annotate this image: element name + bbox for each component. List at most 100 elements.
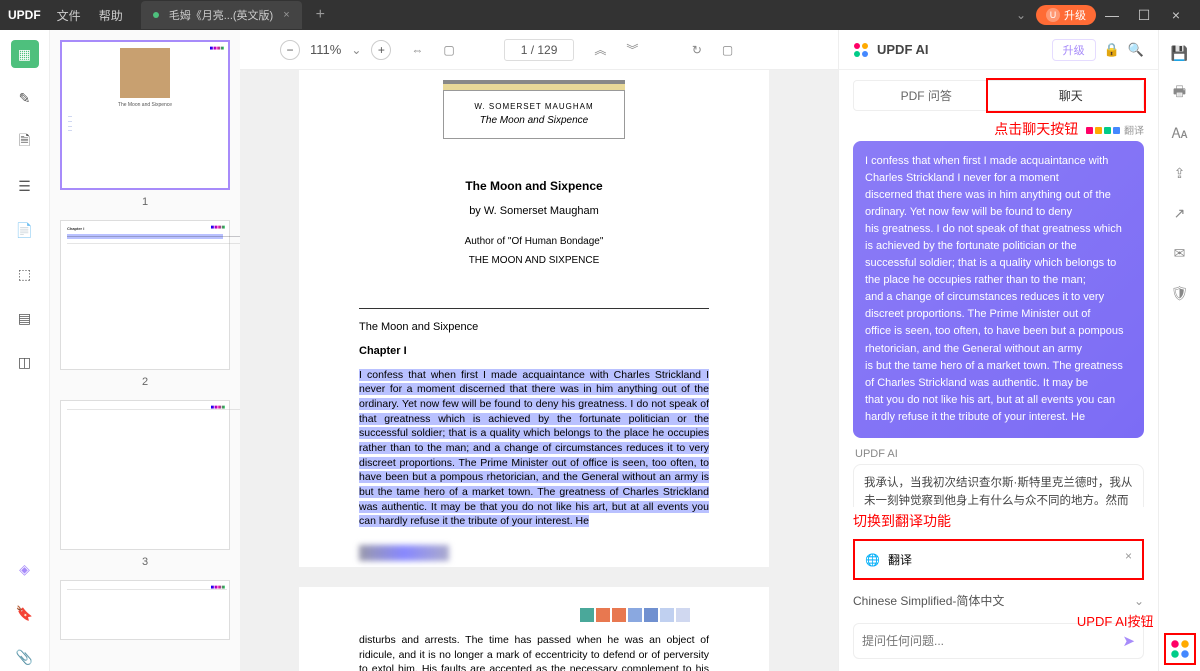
thumbnail-panel: ■■■■ The Moon and Sixpence ———— 1 ■■■■ C… xyxy=(50,30,240,671)
menu-help[interactable]: 帮助 xyxy=(99,7,123,24)
doc-heading: The Moon and Sixpence xyxy=(359,319,709,336)
export-icon[interactable]: ⇪ xyxy=(1169,162,1191,184)
doc-author-of: Author of "Of Human Bondage" xyxy=(359,234,709,249)
doc-chapter: Chapter I xyxy=(359,343,709,360)
tab-status-dot xyxy=(153,12,159,18)
document-view[interactable]: W. SOMERSET MAUGHAM The Moon and Sixpenc… xyxy=(240,70,838,671)
redact-tool[interactable]: ◫ xyxy=(11,348,39,376)
fit-page-icon[interactable]: ▢ xyxy=(443,43,454,57)
thumb-pagenum-2: 2 xyxy=(60,376,230,388)
app-logo: UPDF xyxy=(8,8,41,22)
maximize-button[interactable]: ☐ xyxy=(1128,7,1160,24)
updf-ai-button-icon[interactable] xyxy=(1170,639,1190,659)
ai-message-area[interactable]: I confess that when first I made acquain… xyxy=(839,141,1158,507)
user-message: I confess that when first I made acquain… xyxy=(853,141,1144,438)
page-down-icon[interactable]: ︾ xyxy=(626,41,638,58)
main-area: − 111% ⌄ + ⇔ ▢ 1 / 129 ︽ ︾ ↻ ▢ W. SOMERS… xyxy=(240,30,838,671)
document-tab[interactable]: 毛姆《月亮...(英文版) × xyxy=(141,1,302,29)
thumb-pagenum-3: 3 xyxy=(60,556,230,568)
ai-button-highlight-box: UPDF AI按钮 xyxy=(1164,633,1196,665)
share-icon[interactable]: ↗ xyxy=(1169,202,1191,224)
ai-panel: UPDF AI 升级 🔒 🔍 PDF 问答 聊天 点击聊天按钮 翻译 I con… xyxy=(838,30,1158,671)
ai-header: UPDF AI 升级 🔒 🔍 xyxy=(839,30,1158,70)
pixelated-block xyxy=(579,607,709,627)
titlebar: UPDF 文件 帮助 毛姆《月亮...(英文版) × + ⌄ U 升级 — ☐ … xyxy=(0,0,1200,30)
protect-icon[interactable]: 🛡 xyxy=(1169,282,1191,304)
pdf-page: W. SOMERSET MAUGHAM The Moon and Sixpenc… xyxy=(299,70,769,671)
thumbnails-tool[interactable]: ▦ xyxy=(11,40,39,68)
ai-message: 我承认，当我初次结识查尔斯·斯特里克兰德时，我从未一刻钟觉察到他身上有什么与众不… xyxy=(853,464,1144,507)
present-icon[interactable]: ▢ xyxy=(722,43,733,57)
text-tool[interactable]: ☰ xyxy=(11,172,39,200)
document-toolbar: − 111% ⌄ + ⇔ ▢ 1 / 129 ︽ ︾ ↻ ▢ xyxy=(240,30,838,70)
doc-title: The Moon and Sixpence xyxy=(359,177,709,195)
highlighted-text: I confess that when first I made acquain… xyxy=(359,369,709,528)
tab-chat[interactable]: 聊天 xyxy=(999,81,1144,110)
left-sidebar: ▦ ✎ 🗎 ☰ 📄 ⬚ ▤ ◫ ◈ 🔖 📎 xyxy=(0,30,50,671)
zoom-in-button[interactable]: + xyxy=(371,40,391,60)
zoom-out-button[interactable]: − xyxy=(280,40,300,60)
form-tool[interactable]: 📄 xyxy=(11,216,39,244)
send-button[interactable]: ➤ xyxy=(1122,632,1135,650)
page-number-input[interactable]: 1 / 129 xyxy=(504,39,575,61)
right-sidebar: 💾 🖶 🗛 ⇪ ↗ ✉ 🛡 UPDF AI按钮 xyxy=(1158,30,1200,671)
organize-tool[interactable]: ▤ xyxy=(11,304,39,332)
thumbnail-page-4[interactable]: ■■■■ ———————————————————————————————————… xyxy=(60,580,230,640)
updf-ai-logo-icon xyxy=(853,42,869,58)
zoom-level: 111% xyxy=(310,42,341,57)
minimize-button[interactable]: — xyxy=(1096,7,1128,23)
tab-title: 毛姆《月亮...(英文版) xyxy=(169,7,274,23)
language-selector[interactable]: Chinese Simplified-简体中文 ⌄ xyxy=(853,592,1144,609)
upgrade-button[interactable]: U 升级 xyxy=(1036,5,1096,25)
fit-width-icon[interactable]: ⇔ xyxy=(411,43,423,57)
rotate-icon[interactable]: ↻ xyxy=(692,43,702,57)
doc-caps: THE MOON AND SIXPENCE xyxy=(359,253,709,268)
close-translate-icon[interactable]: × xyxy=(1125,549,1132,563)
save-icon[interactable]: 💾 xyxy=(1169,42,1191,64)
attachment-tool[interactable]: 📎 xyxy=(11,643,39,671)
zoom-controls: − 111% ⌄ + xyxy=(280,40,391,60)
menu-file[interactable]: 文件 xyxy=(57,7,81,24)
ai-name-label: UPDF AI xyxy=(855,448,1142,460)
annotation-switch-translate: 切换到翻译功能 xyxy=(839,507,1158,535)
tab-pdf-qa[interactable]: PDF 问答 xyxy=(854,81,999,110)
annotate-tool[interactable]: ✎ xyxy=(11,84,39,112)
zoom-dropdown-icon[interactable]: ⌄ xyxy=(351,43,361,57)
layers-tool[interactable]: ◈ xyxy=(11,555,39,583)
dropdown-icon[interactable]: ⌄ xyxy=(1016,8,1026,22)
thumbnail-page-1[interactable]: ■■■■ The Moon and Sixpence ———— xyxy=(60,40,230,190)
ocr-icon[interactable]: 🗛 xyxy=(1169,122,1191,144)
annotation-ai-button: UPDF AI按钮 xyxy=(1077,611,1154,630)
chevron-down-icon: ⌄ xyxy=(1134,594,1144,608)
doc-paragraph-1[interactable]: I confess that when first I made acquain… xyxy=(359,368,709,530)
print-icon[interactable]: 🖶 xyxy=(1169,82,1191,104)
doc-paragraph-2[interactable]: disturbs and arrests. The time has passe… xyxy=(359,633,709,671)
language-label: Chinese Simplified-简体中文 xyxy=(853,592,1004,609)
app-body: ▦ ✎ 🗎 ☰ 📄 ⬚ ▤ ◫ ◈ 🔖 📎 ■■■■ The Moon and … xyxy=(0,30,1200,671)
translate-mode-row[interactable]: 🌐 翻译 × xyxy=(853,539,1144,580)
translate-icon: 🌐 xyxy=(865,553,880,567)
doc-byline: by W. Somerset Maugham xyxy=(359,203,709,220)
thumb-pagenum-1: 1 xyxy=(60,196,230,208)
close-tab-icon[interactable]: × xyxy=(283,9,289,21)
thumbnail-page-3[interactable]: ■■■■ ———————————————————————————————————… xyxy=(60,400,230,550)
ai-upgrade-button[interactable]: 升级 xyxy=(1052,39,1096,61)
book-cover: W. SOMERSET MAUGHAM The Moon and Sixpenc… xyxy=(443,90,624,139)
lock-icon[interactable]: 🔒 xyxy=(1104,42,1120,58)
add-tab-button[interactable]: + xyxy=(316,6,325,24)
annotation-click-chat: 点击聊天按钮 翻译 xyxy=(839,117,1158,141)
page-tool[interactable]: 🗎 xyxy=(11,128,39,156)
translate-label: 翻译 xyxy=(888,551,912,568)
ai-panel-title: UPDF AI xyxy=(877,42,1044,57)
redacted-block xyxy=(359,545,449,561)
close-window-button[interactable]: × xyxy=(1160,7,1192,23)
upgrade-badge-icon: U xyxy=(1046,8,1060,22)
ai-prompt-input[interactable] xyxy=(862,634,1122,648)
page-up-icon[interactable]: ︽ xyxy=(594,41,606,58)
bookmark-tool[interactable]: 🔖 xyxy=(11,599,39,627)
crop-tool[interactable]: ⬚ xyxy=(11,260,39,288)
email-icon[interactable]: ✉ xyxy=(1169,242,1191,264)
ai-tabs: PDF 问答 聊天 xyxy=(853,80,1144,111)
search-icon[interactable]: 🔍 xyxy=(1128,42,1144,58)
thumbnail-page-2[interactable]: ■■■■ Chapter I —————————————————————————… xyxy=(60,220,230,370)
